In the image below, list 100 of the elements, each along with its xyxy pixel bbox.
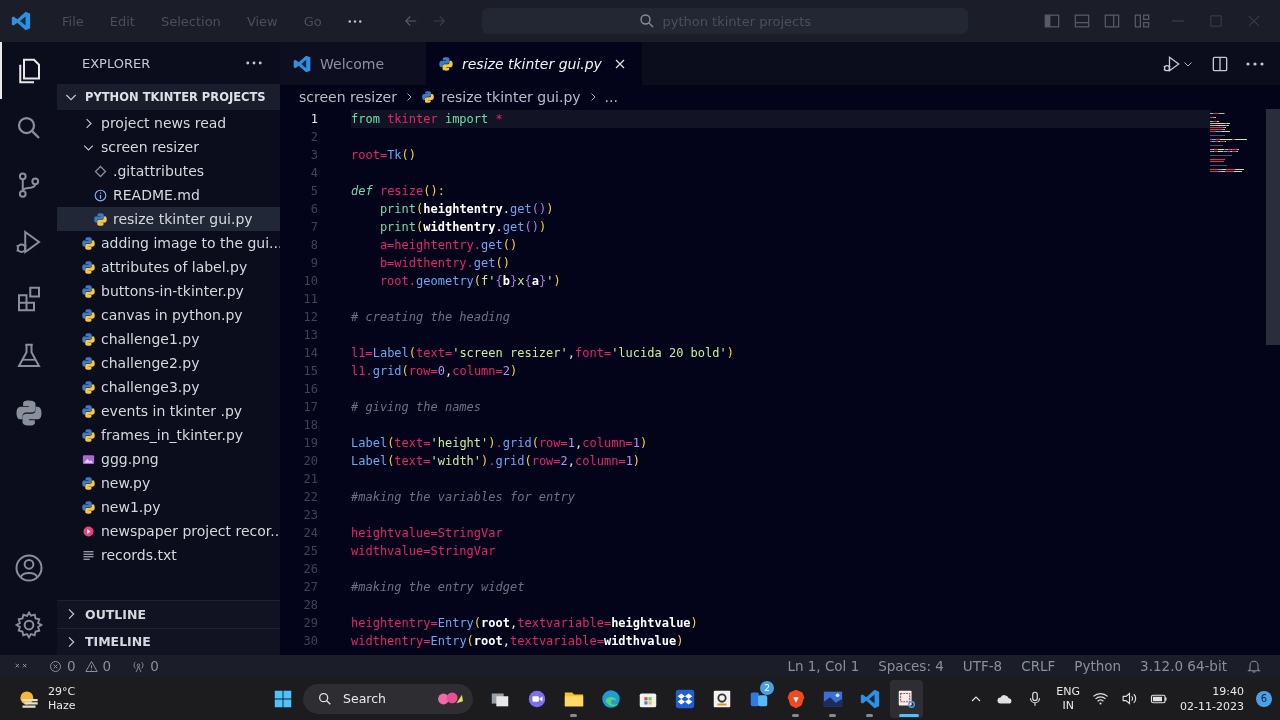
tree-item[interactable]: records.txt bbox=[57, 543, 280, 567]
status-item[interactable]: CRLF bbox=[1021, 658, 1056, 674]
wifi-icon bbox=[1092, 690, 1110, 707]
panel-header[interactable]: TIMELINE bbox=[57, 627, 280, 655]
running-indicator bbox=[899, 713, 919, 717]
line-number: 7 bbox=[309, 220, 318, 234]
weather-widget[interactable]: 29°C Haze bbox=[0, 684, 266, 713]
clock[interactable]: 19:40 02-11-2023 bbox=[1180, 683, 1244, 714]
folder-item[interactable]: screen resizer bbox=[57, 135, 280, 159]
breadcrumb-item[interactable]: resize tkinter gui.py bbox=[420, 89, 581, 105]
bell-icon bbox=[1246, 658, 1262, 674]
more-icon bbox=[1246, 61, 1264, 66]
tree-item[interactable]: events in tkinter .py bbox=[57, 399, 280, 423]
notification-count[interactable]: 6 bbox=[1256, 690, 1272, 707]
tree-item[interactable]: challenge3.py bbox=[57, 375, 280, 399]
running-indicator bbox=[570, 713, 577, 717]
line-number: 28 bbox=[302, 598, 318, 612]
code-line: widthentry=Entry(root,textvariable=widthvalue) bbox=[351, 634, 684, 648]
scrollbar-thumb[interactable] bbox=[1266, 109, 1280, 345]
tree-item[interactable]: buttons-in-tkinter.py bbox=[57, 279, 280, 303]
code-line: root=Tk() bbox=[351, 148, 417, 162]
settings-icon bbox=[13, 609, 44, 640]
volume-icon bbox=[1121, 690, 1139, 707]
line-number: 24 bbox=[302, 526, 318, 540]
panel-header[interactable]: OUTLINE bbox=[57, 600, 280, 628]
tree-item[interactable]: attributes of label.py bbox=[57, 255, 280, 279]
code-line: l1.grid(row=0,column=2) bbox=[351, 364, 518, 378]
code-line: a=heightentry.get() bbox=[378, 238, 518, 252]
code-line: #making the entry widget bbox=[351, 580, 525, 594]
python-file-icon bbox=[81, 331, 96, 347]
line-number: 3 bbox=[309, 148, 318, 162]
line-number: 16 bbox=[302, 382, 318, 396]
error-icon bbox=[48, 658, 63, 674]
code-line: Label(text='height').grid(row=1,column=1) bbox=[351, 436, 648, 450]
editor-tab[interactable]: resize tkinter gui.py bbox=[426, 42, 642, 85]
tree-item[interactable]: resize tkinter gui.py bbox=[57, 207, 280, 231]
line-number: 12 bbox=[302, 310, 318, 324]
status-item[interactable]: Spaces: 4 bbox=[878, 658, 944, 674]
code-line: from tkinter import * bbox=[351, 112, 503, 126]
code-line: # creating the heading bbox=[351, 310, 510, 324]
more-icon bbox=[246, 61, 262, 65]
status-item[interactable]: Python bbox=[1074, 658, 1122, 674]
taskbar-app-button[interactable] bbox=[890, 679, 923, 718]
language-indicator[interactable]: ENG IN bbox=[1056, 684, 1081, 713]
line-number: 1 bbox=[309, 112, 318, 126]
code-line: widthvalue=StringVar bbox=[351, 544, 496, 558]
tree-item[interactable]: challenge1.py bbox=[57, 327, 280, 351]
more-menu-button[interactable] bbox=[347, 19, 362, 23]
status-item[interactable]: 0 bbox=[48, 658, 76, 674]
line-number: 4 bbox=[309, 166, 318, 180]
more-actions-button[interactable] bbox=[1246, 61, 1264, 66]
line-number: 25 bbox=[302, 544, 318, 558]
tree-item[interactable]: ggg.png bbox=[57, 447, 280, 471]
line-number: 18 bbox=[302, 418, 318, 432]
code-line: l1=Label(text='screen resizer',font='lucida 20 bold') bbox=[351, 346, 734, 360]
code-line: # giving the names bbox=[351, 400, 482, 414]
notifications-button[interactable] bbox=[1246, 658, 1262, 674]
line-number: 22 bbox=[302, 490, 318, 504]
tree-item[interactable]: challenge2.py bbox=[57, 351, 280, 375]
line-number: 2 bbox=[309, 130, 318, 144]
line-number: 26 bbox=[302, 562, 318, 576]
folder-item[interactable]: project news read bbox=[57, 111, 280, 135]
line-number: 8 bbox=[309, 238, 318, 252]
line-number: 23 bbox=[302, 508, 318, 522]
project-folder-header[interactable]: PYTHON TKINTER PROJECTS bbox=[57, 84, 280, 110]
dropbox-icon bbox=[673, 687, 696, 710]
status-item[interactable]: Ln 1, Col 1 bbox=[787, 658, 860, 674]
line-number: 5 bbox=[309, 184, 318, 198]
status-item[interactable]: UTF-8 bbox=[962, 658, 1003, 674]
tree-item[interactable]: new.py bbox=[57, 471, 280, 495]
diamond-icon bbox=[93, 163, 108, 179]
tree-item[interactable]: .gitattributes bbox=[57, 159, 280, 183]
editor-tab[interactable]: Welcome bbox=[280, 42, 426, 85]
code-line: print(heightentry.get()) bbox=[378, 202, 554, 216]
python-file-icon bbox=[81, 475, 96, 491]
line-number: 13 bbox=[302, 328, 318, 342]
line-number: 19 bbox=[302, 436, 318, 450]
status-item[interactable]: 0 bbox=[83, 658, 112, 674]
breadcrumb-item[interactable]: screen resizer bbox=[299, 89, 397, 105]
account-icon bbox=[13, 552, 44, 583]
tree-item[interactable]: frames_in_tkinter.py bbox=[57, 423, 280, 447]
python-file-icon bbox=[81, 427, 96, 443]
line-number: 10 bbox=[302, 274, 318, 288]
status-item[interactable]: 0 bbox=[131, 658, 159, 674]
taskbar-search-field[interactable]: Search bbox=[303, 683, 473, 714]
python-file-icon bbox=[81, 307, 96, 323]
line-number: 6 bbox=[309, 202, 318, 216]
tree-item[interactable]: README.md bbox=[57, 183, 280, 207]
breadcrumb-item[interactable]: ... bbox=[604, 89, 618, 105]
status-item[interactable]: 3.12.0 64-bit bbox=[1140, 658, 1227, 674]
python-file-icon bbox=[81, 499, 96, 515]
more-actions-button[interactable] bbox=[246, 61, 262, 65]
browser-icon bbox=[599, 687, 622, 710]
run-debug-button[interactable] bbox=[1162, 53, 1194, 74]
tree-item[interactable]: newspaper project recor... bbox=[57, 519, 280, 543]
vscode-logo-icon bbox=[292, 53, 312, 74]
line-number: 14 bbox=[302, 346, 318, 360]
play-bug-icon bbox=[1162, 53, 1182, 74]
tree-item[interactable]: new1.py bbox=[57, 495, 280, 519]
tree-item[interactable]: canvas in python.py bbox=[57, 303, 280, 327]
